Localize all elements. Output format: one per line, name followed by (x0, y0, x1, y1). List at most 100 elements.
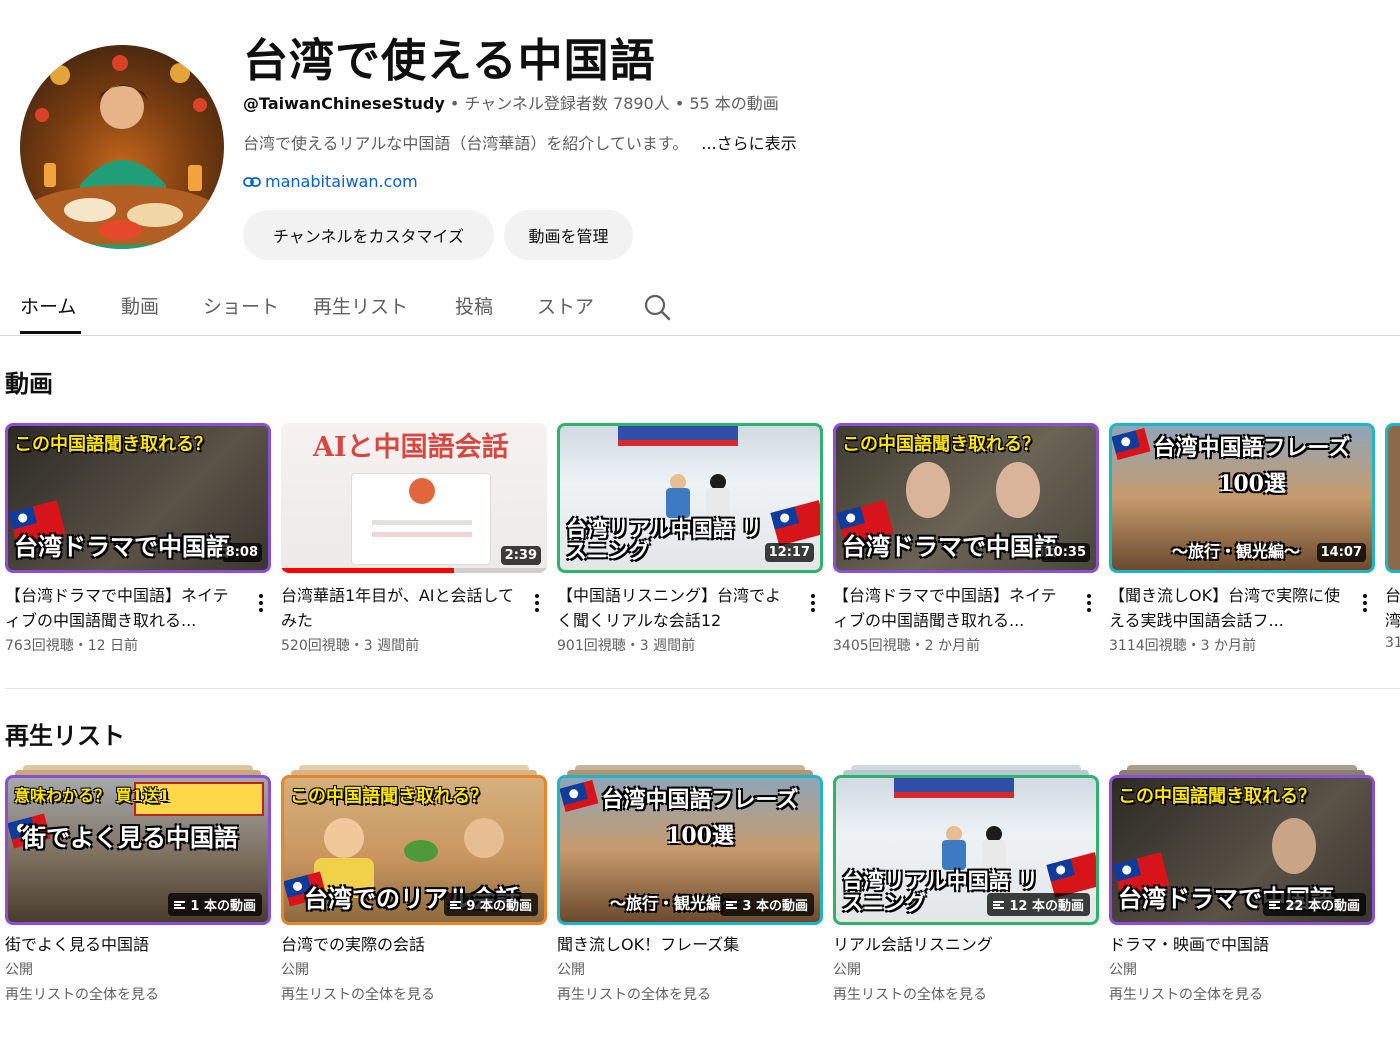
more-vert-icon[interactable] (1357, 591, 1373, 615)
taiwan-flag-icon (770, 500, 820, 546)
taiwan-flag-icon (1046, 852, 1096, 898)
video-duration: 10:35 (1040, 543, 1090, 562)
playlist-icon (726, 900, 738, 909)
playlist-thumbnail[interactable]: 意味わかる？ 買1送1 街でよく見る中国語 1 本の動画 (5, 775, 271, 925)
playlist-icon (1269, 900, 1281, 909)
section-divider (5, 688, 1400, 689)
video-card[interactable]: 台湾り 31 (1385, 423, 1400, 651)
video-thumbnail[interactable]: この中国語聞き取れる？ 台湾ドラマで中国語 8:08 (5, 423, 271, 573)
active-tab-indicator (20, 331, 81, 334)
video-title[interactable]: 【台湾ドラマで中国語】ネイティブの中国語聞き取れる... (833, 583, 1069, 633)
description-text: 台湾で使えるリアルな中国語（台湾華語）を紹介しています。 (243, 134, 689, 153)
playlist-count: 3 本の動画 (720, 893, 814, 916)
thumbnail-caption: 〜旅行・観光編〜 (610, 894, 739, 913)
video-title[interactable]: 【台湾ドラマで中国語】ネイティブの中国語聞き取れる... (5, 583, 241, 633)
playlists-section-title[interactable]: 再生リスト (5, 716, 125, 751)
video-card[interactable]: 台湾中国語フレーズ 100選 〜旅行・観光編〜 14:07 【聞き流しOK】台湾… (1109, 423, 1375, 655)
playlist-title[interactable]: 台湾での実際の会話 (281, 933, 547, 957)
video-thumbnail[interactable]: 台湾中国語フレーズ 100選 〜旅行・観光編〜 14:07 (1109, 423, 1375, 573)
playlist-thumbnail[interactable]: 台湾リアル中国語 リスニング 12 本の動画 (833, 775, 1099, 925)
channel-link-text[interactable]: manabitaiwan.com (265, 172, 418, 191)
playlist-visibility: 公開 (557, 962, 585, 978)
thumbnail-caption: この中国語聞き取れる？ (1118, 786, 1316, 807)
playlist-thumbnail[interactable]: この中国語聞き取れる？ 台湾でのリアル会話 9 本の動画 (281, 775, 547, 925)
playlist-thumbnail[interactable]: 台湾中国語フレーズ 100選 〜旅行・観光編〜 3 本の動画 (557, 775, 823, 925)
manage-videos-button[interactable]: 動画を管理 (504, 210, 633, 260)
video-duration: 8:08 (221, 543, 262, 562)
more-vert-icon[interactable] (253, 591, 269, 615)
video-card[interactable]: この中国語聞き取れる？ 台湾ドラマで中国語 10:35 【台湾ドラマで中国語】ネ… (833, 423, 1099, 655)
video-title[interactable]: 台湾華語1年目が、AIと会話してみた (281, 583, 517, 633)
playlist-icon (174, 900, 186, 909)
playlist-thumbnail[interactable]: この中国語聞き取れる？ 台湾ドラマで中国語 22 本の動画 (1109, 775, 1375, 925)
watch-progress-bar (281, 568, 454, 573)
tab-videos[interactable]: 動画 (121, 292, 159, 319)
search-icon[interactable] (642, 292, 672, 322)
view-full-playlist-link[interactable]: 再生リストの全体を見る (281, 984, 547, 1004)
view-full-playlist-link[interactable]: 再生リストの全体を見る (5, 984, 271, 1004)
video-thumbnail[interactable]: AIと中国語会話 2:39 (281, 423, 547, 573)
video-title[interactable]: 【中国語リスニング】台湾でよく聞くリアルな会話12 (557, 583, 793, 633)
video-meta: 520回視聴・3 週間前 (281, 638, 420, 654)
video-card[interactable]: 台湾リアル中国語 リスニング 12:17 【中国語リスニング】台湾でよく聞くリア… (557, 423, 823, 655)
video-thumbnail[interactable]: この中国語聞き取れる？ 台湾ドラマで中国語 10:35 (833, 423, 1099, 573)
video-meta: 763回視聴・12 日前 (5, 638, 138, 654)
playlist-icon (993, 900, 1005, 909)
app-screenshot (351, 473, 491, 565)
show-more-link[interactable]: ...さらに表示 (701, 134, 796, 153)
video-thumbnail[interactable] (1385, 423, 1400, 573)
video-duration: 12:17 (764, 543, 814, 562)
playlist-visibility: 公開 (281, 962, 309, 978)
tab-posts[interactable]: 投稿 (455, 292, 493, 319)
thumbnail-caption: 台湾ドラマで中国語 (14, 532, 230, 561)
subscriber-count: チャンネル登録者数 7890人 (464, 94, 670, 113)
thumbnail-caption: 意味わかる？ 買1送1 (14, 786, 170, 805)
playlist-title[interactable]: 街でよく見る中国語 (5, 933, 271, 957)
more-vert-icon[interactable] (1081, 591, 1097, 615)
tab-shorts[interactable]: ショート (203, 292, 279, 319)
video-meta: 31 (1385, 635, 1400, 651)
videos-section-title[interactable]: 動画 (5, 364, 53, 399)
more-vert-icon[interactable] (805, 591, 821, 615)
playlist-visibility: 公開 (5, 962, 33, 978)
thumbnail-caption: 台湾リアル中国語 リスニング (566, 516, 763, 563)
channel-handle: @TaiwanChineseStudy (243, 94, 445, 113)
video-meta: 901回視聴・3 週間前 (557, 638, 696, 654)
video-card[interactable]: この中国語聞き取れる？ 台湾ドラマで中国語 8:08 【台湾ドラマで中国語】ネイ… (5, 423, 271, 655)
thumbnail-caption: 台湾ドラマで中国語 (842, 532, 1058, 561)
video-meta: 3114回視聴・3 か月前 (1109, 638, 1256, 654)
video-meta: 3405回視聴・2 か月前 (833, 638, 980, 654)
video-thumbnail[interactable]: 台湾リアル中国語 リスニング 12:17 (557, 423, 823, 573)
video-title[interactable]: 台湾り (1385, 583, 1400, 633)
thumbnail-caption: この中国語聞き取れる？ (290, 786, 488, 807)
playlist-visibility: 公開 (1109, 962, 1137, 978)
view-full-playlist-link[interactable]: 再生リストの全体を見る (1109, 984, 1375, 1004)
more-vert-icon[interactable] (529, 591, 545, 615)
playlist-icon (450, 900, 462, 909)
video-title[interactable]: 【聞き流しOK】台湾で実際に使える実践中国語会話フ... (1109, 583, 1345, 633)
view-full-playlist-link[interactable]: 再生リストの全体を見る (833, 984, 1099, 1004)
playlist-count: 22 本の動画 (1263, 893, 1366, 916)
playlist-title[interactable]: リアル会話リスニング (833, 933, 1099, 957)
thumbnail-caption: 台湾中国語フレーズ 100選 (1153, 435, 1351, 497)
tab-store[interactable]: ストア (537, 292, 594, 319)
playlist-title[interactable]: 聞き流しOK！フレーズ集 (557, 933, 823, 957)
channel-link[interactable]: manabitaiwan.com (243, 172, 418, 191)
video-count: 55 本の動画 (689, 94, 779, 113)
channel-title: 台湾で使える中国語 (243, 34, 656, 87)
channel-avatar[interactable] (20, 45, 224, 249)
channel-meta: @TaiwanChineseStudy • チャンネル登録者数 7890人 • … (243, 94, 779, 113)
view-full-playlist-link[interactable]: 再生リストの全体を見る (557, 984, 823, 1004)
channel-description[interactable]: 台湾で使えるリアルな中国語（台湾華語）を紹介しています。 ...さらに表示 (243, 130, 797, 154)
thumbnail-caption: この中国語聞き取れる？ (14, 434, 212, 455)
tab-home[interactable]: ホーム (20, 292, 76, 319)
customize-channel-button[interactable]: チャンネルをカスタマイズ (243, 210, 494, 260)
playlist-visibility: 公開 (833, 962, 861, 978)
thumbnail-caption: 街でよく見る中国語 (22, 823, 238, 852)
link-icon (243, 176, 261, 187)
playlist-count: 9 本の動画 (444, 893, 538, 916)
video-card[interactable]: AIと中国語会話 2:39 台湾華語1年目が、AIと会話してみた 520回視聴・… (281, 423, 547, 655)
tab-playlists[interactable]: 再生リスト (313, 292, 408, 319)
thumbnail-caption: 台湾中国語フレーズ 100選 (601, 787, 799, 849)
playlist-title[interactable]: ドラマ・映画で中国語 (1109, 933, 1375, 957)
